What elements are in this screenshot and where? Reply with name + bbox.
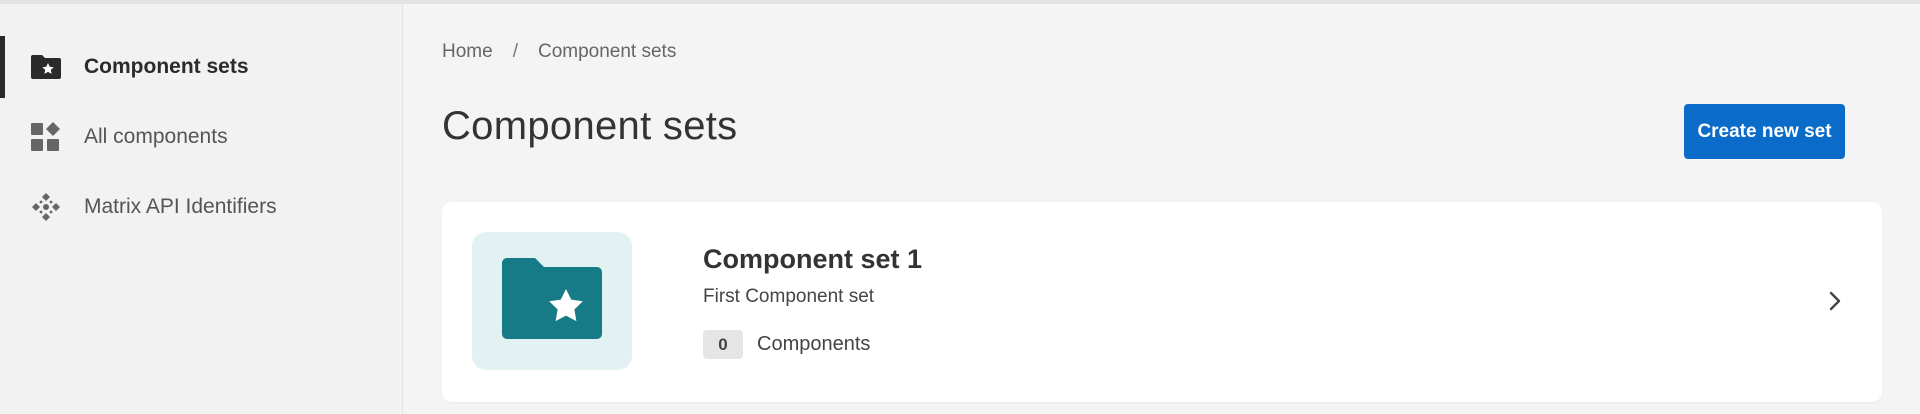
component-count-label: Components (757, 333, 871, 355)
create-new-set-button[interactable]: Create new set (1684, 104, 1845, 159)
components-grid-icon (29, 120, 63, 154)
component-set-description: First Component set (703, 286, 875, 307)
chevron-right-icon[interactable] (1824, 288, 1846, 314)
breadcrumb: Home / Component sets (442, 41, 676, 63)
folder-star-icon (29, 50, 63, 84)
main-content: Home / Component sets Component sets Cre… (404, 4, 1920, 414)
component-set-card[interactable]: Component set 1 First Component set 0 Co… (442, 202, 1882, 402)
sidebar: Component sets All components Matrix API… (0, 4, 403, 414)
api-nodes-icon (29, 190, 63, 224)
breadcrumb-home-link[interactable]: Home (442, 41, 493, 63)
sidebar-item-label: Component sets (84, 55, 249, 78)
sidebar-item-matrix-api-identifiers[interactable]: Matrix API Identifiers (0, 172, 402, 242)
component-set-title: Component set 1 (703, 244, 923, 274)
sidebar-item-component-sets[interactable]: Component sets (0, 32, 402, 102)
breadcrumb-separator: / (512, 41, 518, 62)
folder-star-icon (500, 257, 604, 346)
sidebar-item-label: Matrix API Identifiers (84, 195, 277, 218)
sidebar-item-all-components[interactable]: All components (0, 102, 402, 172)
sidebar-item-label: All components (84, 125, 228, 148)
component-count-badge: 0 (703, 330, 743, 359)
breadcrumb-current: Component sets (537, 41, 677, 62)
app-window: Component sets All components Matrix API… (0, 0, 1920, 414)
page-title: Component sets (442, 104, 738, 148)
component-count-row: 0 Components (703, 330, 870, 359)
component-set-thumbnail (472, 232, 632, 370)
